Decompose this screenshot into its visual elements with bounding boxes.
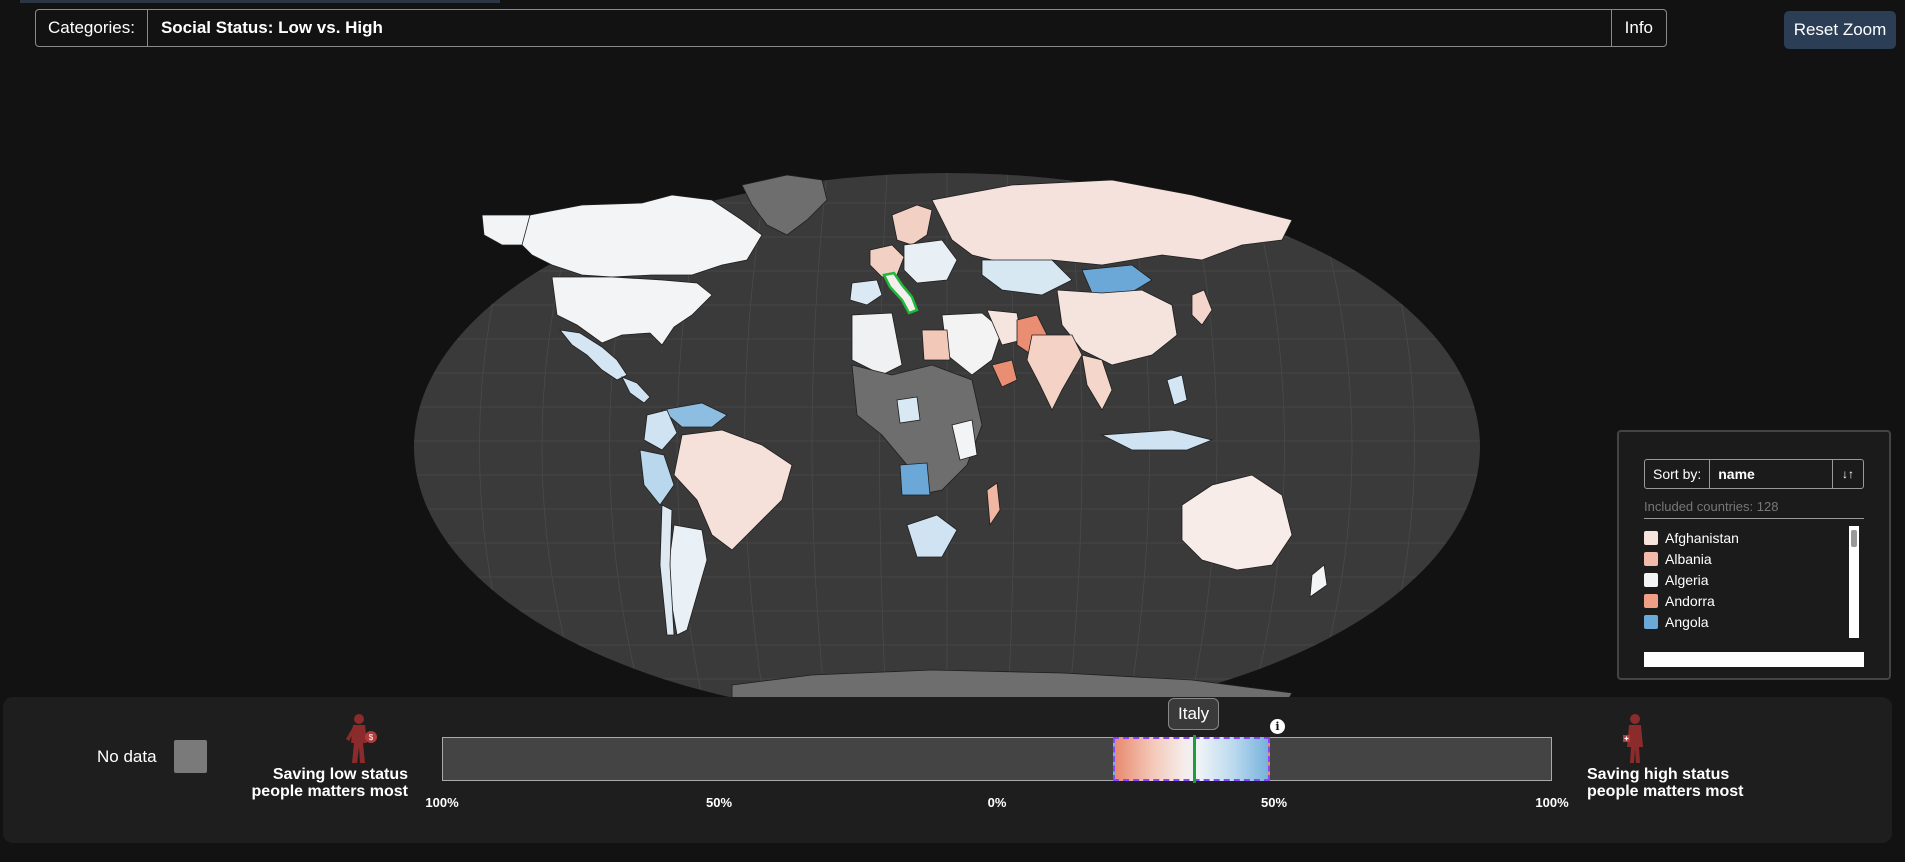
sort-direction-icon[interactable]: ↓↑ (1832, 460, 1863, 488)
list-fade (1644, 652, 1864, 667)
country-swatch (1644, 614, 1658, 629)
nodata-label: No data (97, 747, 157, 766)
high-status-figure-icon (1623, 714, 1643, 763)
country-alaska[interactable] (481, 214, 531, 246)
sort-control[interactable]: Sort by: name ↓↑ (1644, 459, 1864, 489)
categories-label: Categories: (36, 10, 148, 46)
country-name: Algeria (1665, 571, 1709, 588)
high-status-label: Saving high status people matters most (1587, 766, 1744, 800)
country-swatch (1644, 572, 1658, 587)
list-item[interactable]: Afghanistan (1644, 527, 1864, 548)
country-swatch (1644, 551, 1658, 566)
country-nigeria[interactable] (896, 396, 921, 424)
country-name: Albania (1665, 550, 1712, 567)
country-swatch (1644, 593, 1658, 608)
country-list[interactable]: Afghanistan Albania Algeria Andorra Ango… (1644, 527, 1864, 653)
selected-country-tooltip: Italy (1168, 698, 1220, 730)
country-name: Afghanistan (1665, 529, 1739, 546)
info-button[interactable]: Info (1610, 10, 1666, 46)
list-item[interactable]: Angola (1644, 611, 1864, 632)
category-value[interactable]: Social Status: Low vs. High (148, 18, 1611, 38)
world-map[interactable] (412, 165, 1482, 705)
svg-text:$: $ (369, 733, 374, 742)
scale-tick: 100% (1535, 795, 1569, 810)
country-name: Angola (1665, 613, 1709, 630)
scale-tick: 50% (1260, 795, 1288, 810)
info-icon[interactable]: i (1270, 719, 1285, 734)
country-name: Andorra (1665, 592, 1715, 609)
list-item[interactable]: Algeria (1644, 569, 1864, 590)
reset-zoom-button[interactable]: Reset Zoom (1784, 11, 1896, 49)
list-item[interactable]: Albania (1644, 548, 1864, 569)
country-angola[interactable] (899, 462, 931, 496)
country-swatch (1644, 530, 1658, 545)
included-countries-count: Included countries: 128 (1644, 499, 1864, 519)
scale-tick: 100% (425, 795, 459, 810)
scale-tick: 0% (987, 795, 1007, 810)
data-range-gradient (1113, 737, 1270, 781)
sort-value[interactable]: name (1710, 466, 1832, 482)
selected-country-marker[interactable] (1193, 735, 1196, 783)
scale-tick: 50% (705, 795, 733, 810)
sort-label: Sort by: (1645, 460, 1711, 488)
category-selector[interactable]: Categories: Social Status: Low vs. High … (35, 9, 1667, 47)
low-status-figure-icon: $ (346, 714, 377, 763)
preference-scale-bar (442, 737, 1552, 781)
list-item[interactable]: Andorra (1644, 590, 1864, 611)
list-scrollbar-thumb[interactable] (1851, 530, 1857, 547)
top-accent-line (20, 0, 500, 3)
country-egypt[interactable] (921, 329, 951, 361)
low-status-label: Saving low status people matters most (251, 766, 408, 800)
